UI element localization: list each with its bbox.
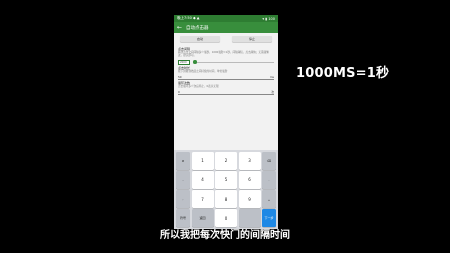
start-button[interactable]: 启动 (180, 36, 220, 42)
space-key[interactable]: ␣ (262, 190, 276, 208)
slider-thumb[interactable] (193, 60, 197, 64)
key-3[interactable]: 3 (238, 152, 261, 170)
top-button-row: 启动 停止 (174, 33, 278, 45)
key-minus[interactable]: - (176, 171, 190, 189)
interval-slider[interactable] (193, 60, 274, 64)
key-5[interactable]: 5 (215, 171, 237, 189)
key-7[interactable]: 7 (191, 190, 214, 208)
back-arrow-icon[interactable]: ← (177, 24, 182, 31)
phone-screen: 晚上7:50 ◆ ▲ ▾ ▮ 100 ← 自动点击器 启动 停止 点击间隔 两次… (174, 15, 278, 229)
key-8[interactable]: 8 (215, 190, 237, 208)
overlay-caption: 1000MS=1秒 (296, 66, 390, 81)
app-title: 自动点击器 (186, 25, 209, 31)
key-hash[interactable]: # (176, 152, 190, 170)
backspace-icon[interactable]: ⌫ (262, 152, 276, 170)
key-comma[interactable]: , (176, 190, 190, 208)
duration-unit: ms (269, 74, 274, 79)
video-subtitle: 所以我把每次快门的间隔时间 (160, 230, 290, 241)
loop-field[interactable]: 0 次 (178, 89, 274, 96)
key-6[interactable]: 6 (238, 171, 261, 189)
interval-description: 两次点击之间间隔多少毫秒，1000毫秒=1秒，间隔越短，点击越快；无需频繁改，默… (178, 51, 269, 58)
status-right: ▾ ▮ 100 (262, 16, 275, 21)
key-9[interactable]: 9 (238, 190, 261, 208)
duration-value: 50 (178, 74, 182, 79)
key-4[interactable]: 4 (191, 171, 214, 189)
duration-field[interactable]: 50 ms (178, 74, 274, 81)
key-0[interactable]: 0 (215, 209, 237, 227)
interval-input[interactable]: 2000 (178, 59, 190, 65)
interval-slider-row: 2000 (178, 59, 274, 65)
key-1[interactable]: 1 (191, 152, 214, 170)
app-bar: ← 自动点击器 (174, 22, 278, 33)
key-blank[interactable] (238, 209, 261, 227)
stop-button[interactable]: 停止 (232, 36, 272, 42)
loop-description: 点击循环多少次后停止，0表示无限 (178, 85, 219, 89)
numeric-keyboard: # 1 2 3 ⌫ - 4 5 6 . , 7 8 9 ␣ 符号 返回 0 下一… (174, 150, 278, 229)
key-2[interactable]: 2 (215, 152, 237, 170)
status-left: 晚上7:50 ◆ ▲ (177, 16, 200, 20)
settings-content: 点击间隔 两次点击之间间隔多少毫秒，1000毫秒=1秒，间隔越短，点击越快；无需… (174, 45, 278, 98)
loop-unit: 次 (271, 90, 274, 95)
key-return[interactable]: 返回 (191, 209, 214, 227)
key-symbols[interactable]: 符号 (176, 209, 190, 227)
duration-description: 按下屏幕到抬起之间持续的时间，单位毫秒 (178, 69, 228, 73)
next-key[interactable]: 下一步 (262, 209, 276, 227)
key-dot[interactable]: . (262, 171, 276, 189)
loop-value: 0 (178, 90, 180, 95)
status-bar: 晚上7:50 ◆ ▲ ▾ ▮ 100 (174, 15, 278, 22)
